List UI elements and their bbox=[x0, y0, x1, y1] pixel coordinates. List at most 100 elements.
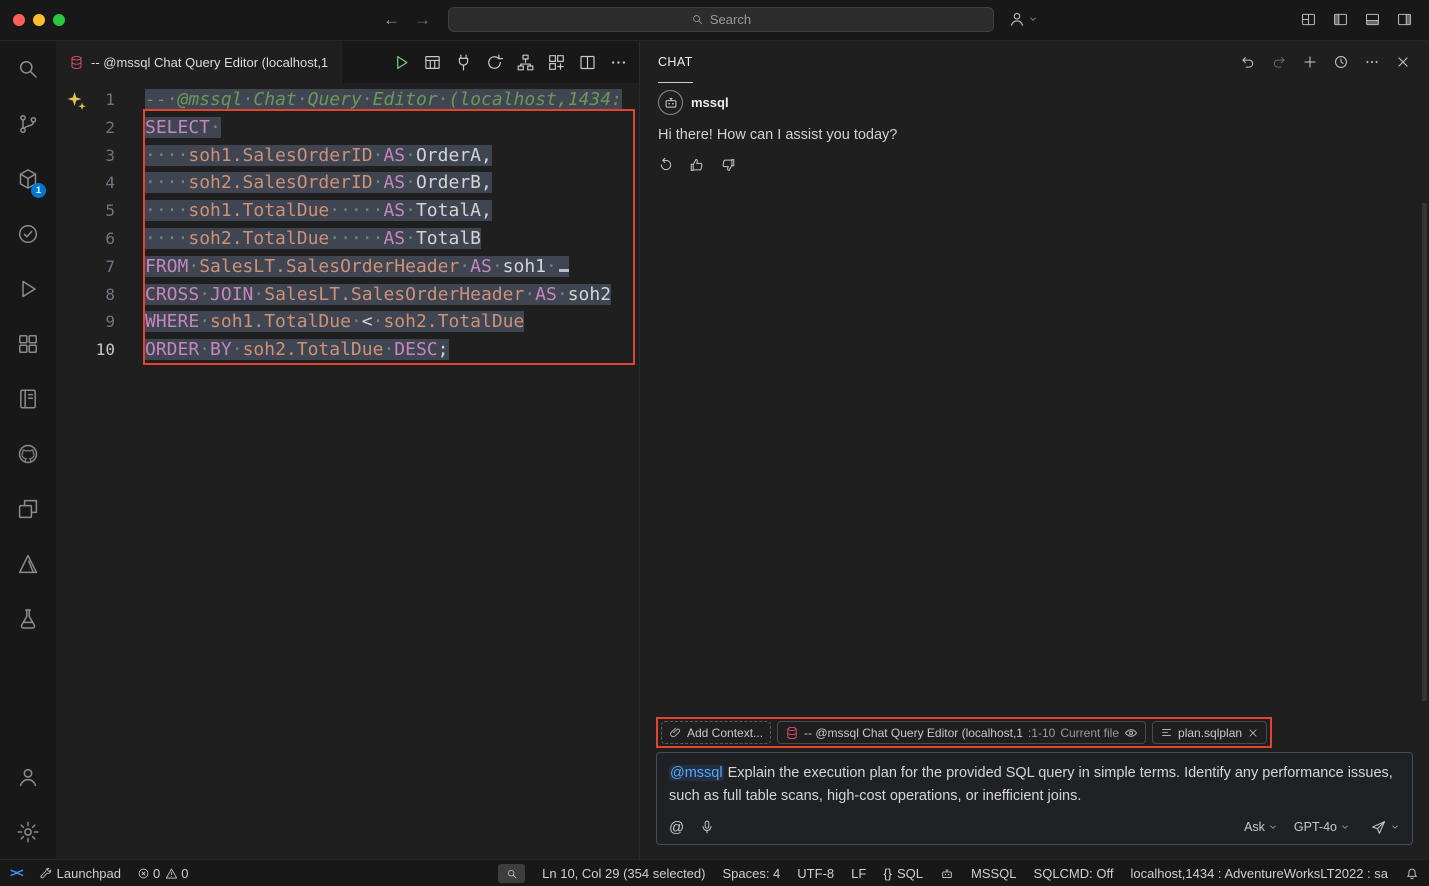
chat-input-text: Explain the execution plan for the provi… bbox=[669, 765, 1393, 804]
model-picker[interactable]: GPT-4o bbox=[1290, 818, 1354, 836]
file-context-chip[interactable]: -- @mssql Chat Query Editor (localhost,1… bbox=[777, 721, 1146, 744]
line-number: 10 bbox=[56, 336, 115, 364]
history-back-button[interactable]: ← bbox=[383, 10, 400, 30]
code-line-1[interactable]: 1--·@mssql·Chat·Query·Editor·(localhost,… bbox=[56, 86, 639, 114]
editor-action-run[interactable] bbox=[388, 49, 414, 75]
close-icon[interactable] bbox=[1247, 727, 1259, 739]
activity-item-run-and-debug[interactable] bbox=[0, 261, 56, 316]
thumbs-up-icon[interactable] bbox=[689, 157, 705, 173]
sqlcmd-item[interactable]: SQLCMD: Off bbox=[1034, 866, 1114, 881]
add-context-chip[interactable]: Add Context... bbox=[661, 721, 771, 744]
mssql-avatar bbox=[658, 90, 683, 115]
layout-panel-icon[interactable] bbox=[1364, 11, 1381, 28]
command-center-search[interactable]: Search bbox=[448, 7, 994, 32]
code-line-5[interactable]: 5····soh1.TotalDue·····AS·TotalA, bbox=[56, 197, 639, 225]
manage-icon bbox=[16, 820, 40, 844]
indentation-item[interactable]: Spaces: 4 bbox=[722, 866, 780, 881]
more-icon[interactable] bbox=[1364, 54, 1380, 70]
mention-button[interactable]: @ bbox=[669, 819, 684, 836]
plan-context-chip[interactable]: plan.sqlplan bbox=[1152, 721, 1267, 744]
code-line-9[interactable]: 9WHERE·soh1.TotalDue·<·soh2.TotalDue bbox=[56, 308, 639, 336]
code-editor[interactable]: 1--·@mssql·Chat·Query·Editor·(localhost,… bbox=[56, 83, 639, 859]
chevron-down-icon bbox=[1028, 14, 1038, 24]
activity-item-notebooks[interactable] bbox=[0, 371, 56, 426]
eye-icon[interactable] bbox=[1124, 726, 1138, 740]
editor-action-schema[interactable] bbox=[512, 49, 538, 75]
history-icon[interactable] bbox=[1333, 54, 1349, 70]
activity-item-workspaces[interactable] bbox=[0, 481, 56, 536]
annotation-box-context: Add Context... -- @mssql Chat Query Edit… bbox=[656, 717, 1272, 748]
close-window-button[interactable] bbox=[13, 14, 25, 26]
redo-icon[interactable] bbox=[1271, 54, 1287, 70]
activity-item-remote-explorer[interactable]: 1 bbox=[0, 151, 56, 206]
send-button[interactable] bbox=[1370, 819, 1400, 836]
close-icon[interactable] bbox=[1395, 54, 1411, 70]
chat-panel: CHAT mssql Hi there! How can I assist yo… bbox=[640, 41, 1429, 859]
activity-item-azure[interactable] bbox=[0, 536, 56, 591]
mode-picker[interactable]: Ask bbox=[1240, 818, 1282, 836]
chat-conversation: mssql Hi there! How can I assist you tod… bbox=[640, 83, 1429, 717]
problems-item[interactable]: 0 0 bbox=[137, 866, 188, 881]
microphone-icon[interactable] bbox=[699, 819, 715, 835]
editor-action-estimated-plan[interactable] bbox=[481, 49, 507, 75]
activity-item-search[interactable] bbox=[0, 41, 56, 96]
code-line-10[interactable]: 10ORDER·BY·soh2.TotalDue·DESC; bbox=[56, 336, 639, 364]
remote-indicator[interactable]: >< bbox=[10, 866, 22, 881]
activity-bar: 1 bbox=[0, 41, 56, 859]
tab-title: -- @mssql Chat Query Editor (localhost,1 bbox=[91, 55, 328, 70]
notifications-item[interactable] bbox=[1405, 867, 1419, 881]
minimize-window-button[interactable] bbox=[33, 14, 45, 26]
code-line-4[interactable]: 4····soh2.SalesOrderID·AS·OrderB, bbox=[56, 169, 639, 197]
layout-sidebar-left-icon[interactable] bbox=[1332, 11, 1349, 28]
activity-item-manage[interactable] bbox=[0, 804, 56, 859]
connection-item[interactable]: localhost,1434 : AdventureWorksLT2022 : … bbox=[1130, 866, 1388, 881]
new-chat-icon[interactable] bbox=[1302, 54, 1318, 70]
tools-icon bbox=[38, 867, 52, 881]
chat-input[interactable]: @mssql Explain the execution plan for th… bbox=[657, 753, 1412, 812]
copilot-status-item[interactable] bbox=[940, 867, 954, 881]
launchpad-item[interactable]: Launchpad bbox=[38, 866, 121, 881]
tab-mssql-chat-query-editor[interactable]: -- @mssql Chat Query Editor (localhost,1 bbox=[56, 41, 342, 83]
activity-item-github[interactable] bbox=[0, 426, 56, 481]
eol-item[interactable]: LF bbox=[851, 866, 866, 881]
chat-message-actions bbox=[658, 157, 1411, 173]
layout-sidebar-right-icon[interactable] bbox=[1396, 11, 1413, 28]
code-line-3[interactable]: 3····soh1.SalesOrderID·AS·OrderA, bbox=[56, 142, 639, 170]
mssql-item[interactable]: MSSQL bbox=[971, 866, 1017, 881]
thumbs-down-icon[interactable] bbox=[720, 157, 736, 173]
activity-item-database-tools[interactable] bbox=[0, 591, 56, 646]
encoding-item[interactable]: UTF-8 bbox=[797, 866, 834, 881]
activity-item-accounts[interactable] bbox=[0, 749, 56, 804]
cursor-position-item[interactable]: Ln 10, Col 29 (354 selected) bbox=[542, 866, 705, 881]
code-line-6[interactable]: 6····soh2.TotalDue·····AS·TotalB bbox=[56, 225, 639, 253]
code-line-7[interactable]: 7FROM·SalesLT.SalesOrderHeader·AS·soh1· bbox=[56, 253, 639, 281]
activity-item-extensions[interactable] bbox=[0, 316, 56, 371]
code-line-2[interactable]: 2SELECT· bbox=[56, 114, 639, 142]
launchpad-label: Launchpad bbox=[57, 866, 121, 881]
language-mode-item[interactable]: {} SQL bbox=[883, 866, 923, 881]
scrollbar-thumb[interactable] bbox=[1422, 203, 1427, 701]
chat-message-text: Hi there! How can I assist you today? bbox=[658, 127, 1411, 143]
paperclip-icon bbox=[669, 726, 682, 739]
editor-action-split-editor[interactable] bbox=[574, 49, 600, 75]
error-count: 0 bbox=[153, 866, 160, 881]
activity-badge: 1 bbox=[31, 183, 46, 198]
code-line-8[interactable]: 8CROSS·JOIN·SalesLT.SalesOrderHeader·AS·… bbox=[56, 281, 639, 309]
editor-action-designer[interactable] bbox=[543, 49, 569, 75]
history-forward-button[interactable]: → bbox=[414, 10, 431, 30]
account-icon bbox=[1008, 10, 1026, 28]
activity-item-testing[interactable] bbox=[0, 206, 56, 261]
maximize-window-button[interactable] bbox=[53, 14, 65, 26]
layout-custom-icon[interactable] bbox=[1300, 11, 1317, 28]
magnifier-icon bbox=[506, 868, 518, 880]
zoom-indicator[interactable] bbox=[498, 864, 525, 883]
regenerate-icon[interactable] bbox=[658, 157, 674, 173]
activity-item-source-control[interactable] bbox=[0, 96, 56, 151]
editor-action-connect-plug[interactable] bbox=[450, 49, 476, 75]
editor-action-more[interactable] bbox=[605, 49, 631, 75]
undo-icon[interactable] bbox=[1240, 54, 1256, 70]
editor-action-results-grid[interactable] bbox=[419, 49, 445, 75]
chat-panel-title[interactable]: CHAT bbox=[658, 41, 693, 83]
copilot-sparkle-icon[interactable] bbox=[64, 90, 88, 112]
profile-menu[interactable] bbox=[1008, 10, 1038, 28]
